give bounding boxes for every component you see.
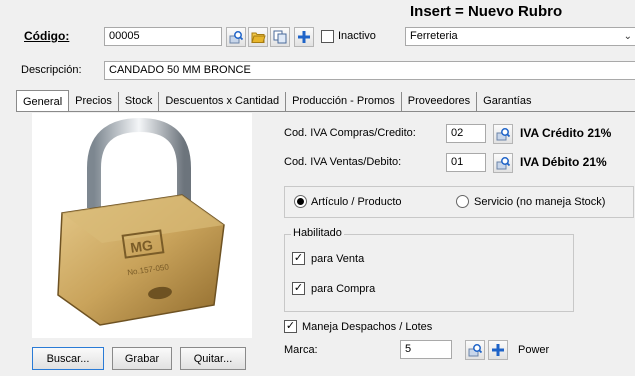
iva-ventas-desc: IVA Débito 21% (520, 155, 607, 169)
codigo-input[interactable]: 00005 (104, 27, 222, 46)
maneja-despachos-label: Maneja Despachos / Lotes (302, 321, 433, 333)
marca-search-button[interactable] (465, 340, 485, 360)
radio-servicio-label: Servicio (no maneja Stock) (474, 196, 606, 208)
para-venta-label: para Venta (311, 253, 365, 265)
habilitado-group (284, 234, 574, 312)
maneja-despachos-checkbox[interactable]: ✓ (284, 320, 297, 333)
iva-compras-search-button[interactable] (493, 124, 513, 144)
tab-garantias[interactable]: Garantías (477, 92, 537, 112)
descripcion-label: Descripción: (21, 64, 82, 76)
radio-servicio[interactable] (456, 195, 469, 208)
add-button[interactable] (294, 27, 314, 47)
descripcion-input[interactable]: CANDADO 50 MM BRONCE (104, 61, 635, 80)
iva-ventas-label: Cod. IVA Ventas/Debito: (284, 156, 402, 168)
chevron-down-icon: ⌄ (623, 31, 632, 42)
codigo-label: Código: (24, 29, 70, 43)
grabar-button[interactable]: Grabar (112, 347, 172, 370)
tab-descuentos[interactable]: Descuentos x Cantidad (159, 92, 287, 112)
buscar-button[interactable]: Buscar... (32, 347, 104, 370)
marca-label: Marca: (284, 344, 318, 356)
tab-stock[interactable]: Stock (119, 92, 160, 112)
iva-ventas-input[interactable]: 01 (446, 153, 486, 172)
para-compra-checkbox[interactable]: ✓ (292, 282, 305, 295)
inactivo-checkbox[interactable] (321, 30, 334, 43)
search-icon (229, 31, 243, 44)
rubro-select[interactable]: Ferreteria ⌄ (405, 27, 635, 46)
marca-desc: Power (518, 344, 550, 356)
copy-icon (273, 30, 286, 44)
tab-precios[interactable]: Precios (69, 92, 119, 112)
iva-compras-label: Cod. IVA Compras/Credito: (284, 127, 416, 139)
marca-input[interactable]: 5 (400, 340, 452, 359)
product-image: MG No.157-050 (32, 113, 252, 338)
tab-strip: General Precios Stock Descuentos x Canti… (16, 90, 537, 112)
search-button[interactable] (226, 27, 246, 47)
marca-add-button[interactable] (488, 340, 508, 360)
tab-general[interactable]: General (16, 90, 70, 112)
mode-title: Insert = Nuevo Rubro (410, 3, 563, 20)
padlock-image: MG No.157-050 (57, 117, 225, 326)
quitar-button[interactable]: Quitar... (180, 347, 246, 370)
para-venta-checkbox[interactable]: ✓ (292, 252, 305, 265)
iva-compras-desc: IVA Crédito 21% (520, 126, 612, 140)
search-icon (496, 128, 510, 141)
iva-compras-input[interactable]: 02 (446, 124, 486, 143)
para-compra-label: para Compra (311, 283, 376, 295)
folder-icon (250, 32, 266, 43)
search-icon (468, 344, 482, 357)
copy-button[interactable] (270, 27, 290, 47)
radio-articulo[interactable] (294, 195, 307, 208)
search-icon (496, 157, 510, 170)
iva-ventas-search-button[interactable] (493, 153, 513, 173)
plus-icon (492, 344, 504, 356)
radio-articulo-label: Artículo / Producto (311, 196, 402, 208)
rubro-value: Ferreteria (410, 30, 458, 42)
inactivo-label: Inactivo (338, 30, 376, 42)
plus-icon (298, 31, 310, 43)
open-folder-button[interactable] (248, 27, 268, 47)
tab-proveedores[interactable]: Proveedores (402, 92, 478, 112)
padlock-brand: MG (129, 237, 154, 256)
tab-produccion[interactable]: Producción - Promos (286, 92, 402, 112)
habilitado-label: Habilitado (291, 227, 344, 239)
